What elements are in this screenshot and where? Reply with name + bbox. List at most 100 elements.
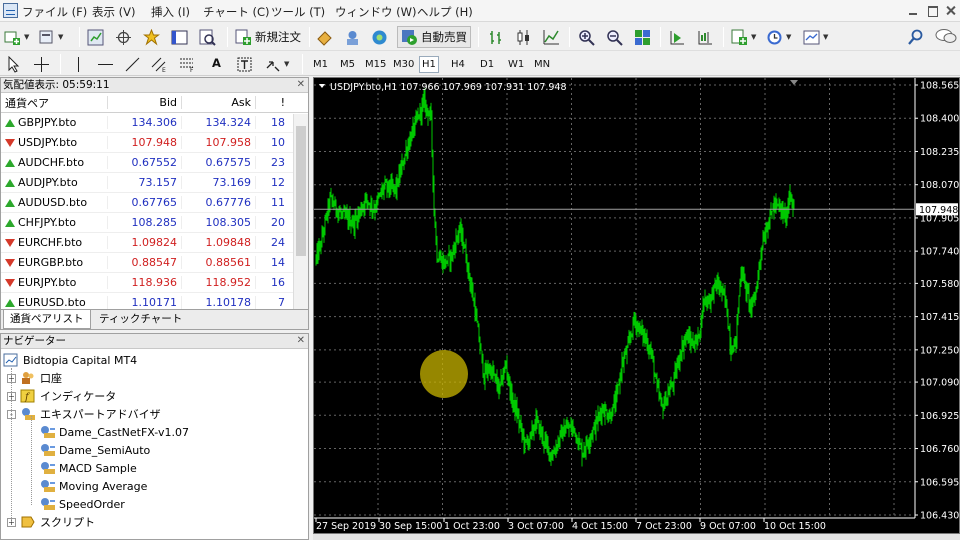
menu-help[interactable]: ヘルプ (H) bbox=[417, 4, 473, 20]
symbol-row[interactable]: CHFJPY.bto 108.285 108.305 20 bbox=[1, 213, 308, 233]
equidistant-channel-icon[interactable]: E bbox=[151, 56, 168, 73]
line-chart-icon[interactable] bbox=[543, 29, 560, 46]
tree-item[interactable]: + 口座 bbox=[7, 370, 62, 386]
timeframe-mn[interactable]: MN bbox=[532, 56, 552, 73]
timeframe-h1[interactable]: H1 bbox=[419, 56, 439, 73]
spread-cell: 24 bbox=[255, 236, 289, 249]
tree-item[interactable]: MACD Sample bbox=[39, 460, 137, 476]
menu-view[interactable]: 表示 (V) bbox=[92, 4, 136, 20]
candlestick-icon[interactable] bbox=[515, 29, 532, 46]
tree-item[interactable]: Dame_CastNetFX-v1.07 bbox=[39, 424, 189, 440]
profiles-button[interactable]: ▼ bbox=[38, 26, 63, 48]
symbol-row[interactable]: USDJPY.bto 107.948 107.958 10 bbox=[1, 133, 308, 153]
dropdown-arrow-icon: ▼ bbox=[786, 33, 792, 41]
timeframe-m30[interactable]: M30 bbox=[391, 56, 416, 73]
tab-tick-chart[interactable]: ティックチャート bbox=[93, 310, 188, 329]
vertical-line-icon[interactable] bbox=[70, 56, 87, 73]
arrow-up-icon bbox=[5, 219, 15, 227]
navigator-icon[interactable] bbox=[143, 29, 160, 46]
market-watch-scrollbar[interactable] bbox=[293, 114, 308, 310]
price-chart[interactable]: 108.565108.400108.235108.070107.905107.7… bbox=[314, 78, 959, 533]
symbol-row[interactable]: AUDJPY.bto 73.157 73.169 12 bbox=[1, 173, 308, 193]
column-ask[interactable]: Ask bbox=[181, 96, 255, 109]
symbol-row[interactable]: AUDCHF.bto 0.67552 0.67575 23 bbox=[1, 153, 308, 173]
tree-item[interactable]: SpeedOrder bbox=[39, 496, 125, 512]
symbol-row[interactable]: EURGBP.bto 0.88547 0.88561 14 bbox=[1, 253, 308, 273]
timeframe-w1[interactable]: W1 bbox=[506, 56, 526, 73]
symbol-row[interactable]: EURUSD.bto 1.10171 1.10178 7 bbox=[1, 293, 308, 310]
close-icon[interactable] bbox=[944, 4, 958, 17]
close-icon[interactable]: ✕ bbox=[297, 334, 305, 348]
periods-button[interactable]: ▼ bbox=[766, 26, 791, 48]
ask-cell: 0.67575 bbox=[181, 156, 255, 169]
ask-cell: 0.88561 bbox=[181, 256, 255, 269]
timeframe-d1[interactable]: D1 bbox=[478, 56, 496, 73]
tile-windows-icon[interactable] bbox=[634, 29, 651, 46]
tree-item[interactable]: Dame_SemiAuto bbox=[39, 442, 150, 458]
timeframe-m1[interactable]: M1 bbox=[311, 56, 330, 73]
price-label: 107.580 bbox=[920, 279, 959, 290]
tree-root[interactable]: Bidtopia Capital MT4 bbox=[3, 352, 137, 368]
menu-window[interactable]: ウィンドウ (W) bbox=[335, 4, 417, 20]
chart-window[interactable]: 108.565 108.400 108.235 108.070 107.905 107.7… bbox=[313, 77, 960, 534]
timeframe-h4[interactable]: H4 bbox=[449, 56, 467, 73]
zoom-in-icon[interactable] bbox=[578, 29, 595, 46]
bid-cell: 73.157 bbox=[107, 176, 181, 189]
new-chart-button[interactable]: ▼ bbox=[4, 26, 29, 48]
column-spread[interactable]: ! bbox=[255, 96, 289, 109]
tab-symbols[interactable]: 通貨ペアリスト bbox=[3, 310, 91, 329]
symbol-row[interactable]: AUDUSD.bto 0.67765 0.67776 11 bbox=[1, 193, 308, 213]
symbol-row[interactable]: GBPJPY.bto 134.306 134.324 18 bbox=[1, 113, 308, 133]
crosshair-icon[interactable] bbox=[33, 56, 50, 73]
cursor-icon[interactable] bbox=[5, 56, 22, 73]
signals-icon[interactable] bbox=[316, 29, 333, 46]
auto-scroll-icon[interactable] bbox=[669, 29, 686, 46]
chart-shift-icon[interactable] bbox=[697, 29, 714, 46]
symbol-cell: EURGBP.bto bbox=[1, 256, 107, 269]
maximize-icon[interactable] bbox=[925, 4, 939, 17]
strategy-tester-icon[interactable] bbox=[199, 29, 216, 46]
market-icon[interactable] bbox=[344, 29, 361, 46]
zoom-out-icon[interactable] bbox=[606, 29, 623, 46]
symbol-row[interactable]: EURCHF.bto 1.09824 1.09848 24 bbox=[1, 233, 308, 253]
menu-file[interactable]: ファイル (F) bbox=[22, 4, 87, 20]
text-label-icon[interactable] bbox=[236, 56, 253, 73]
toolbar-separator bbox=[569, 27, 570, 47]
menu-insert[interactable]: 挿入 (I) bbox=[151, 4, 190, 20]
symbol-name: EURUSD.bto bbox=[18, 296, 86, 309]
timeframe-m15[interactable]: M15 bbox=[363, 56, 388, 73]
terminal-icon[interactable] bbox=[171, 29, 188, 46]
tree-item[interactable]: + スクリプト bbox=[7, 514, 95, 530]
fibonacci-icon[interactable]: F bbox=[179, 56, 196, 73]
market-watch-icon[interactable] bbox=[87, 29, 104, 46]
chat-icon[interactable] bbox=[935, 28, 957, 45]
horizontal-line-icon[interactable] bbox=[97, 56, 114, 73]
bar-chart-icon[interactable] bbox=[487, 29, 504, 46]
menu-tools[interactable]: ツール (T) bbox=[271, 4, 325, 20]
price-label: 107.415 bbox=[920, 312, 959, 323]
scrollbar-thumb[interactable] bbox=[296, 126, 306, 256]
arrows-button[interactable]: ▼ bbox=[264, 53, 289, 75]
menu-chart[interactable]: チャート (C) bbox=[203, 4, 270, 20]
column-symbol[interactable]: 通貨ペア bbox=[1, 95, 107, 111]
indicators-button[interactable]: ▼ bbox=[731, 26, 756, 48]
templates-button[interactable]: ▼ bbox=[803, 26, 828, 48]
symbol-row[interactable]: EURJPY.bto 118.936 118.952 16 bbox=[1, 273, 308, 293]
column-bid[interactable]: Bid bbox=[107, 96, 181, 109]
auto-trading-button[interactable]: 自動売買 bbox=[397, 26, 471, 48]
data-window-icon[interactable] bbox=[115, 29, 132, 46]
text-tool-icon[interactable]: A bbox=[212, 56, 221, 70]
new-order-button[interactable]: 新規注文 bbox=[235, 26, 301, 48]
minimize-icon[interactable] bbox=[906, 4, 920, 17]
close-icon[interactable]: ✕ bbox=[297, 78, 305, 92]
tree-label: Dame_SemiAuto bbox=[59, 443, 151, 457]
root-icon bbox=[3, 353, 19, 367]
bid-cell: 1.10171 bbox=[107, 296, 181, 309]
community-icon[interactable] bbox=[371, 29, 388, 46]
tree-item[interactable]: + f インディケータ bbox=[7, 388, 116, 404]
trendline-icon[interactable] bbox=[124, 56, 141, 73]
app-icon[interactable] bbox=[3, 3, 18, 18]
timeframe-m5[interactable]: M5 bbox=[338, 56, 357, 73]
search-icon[interactable] bbox=[907, 29, 924, 46]
tree-item[interactable]: Moving Average bbox=[39, 478, 147, 494]
